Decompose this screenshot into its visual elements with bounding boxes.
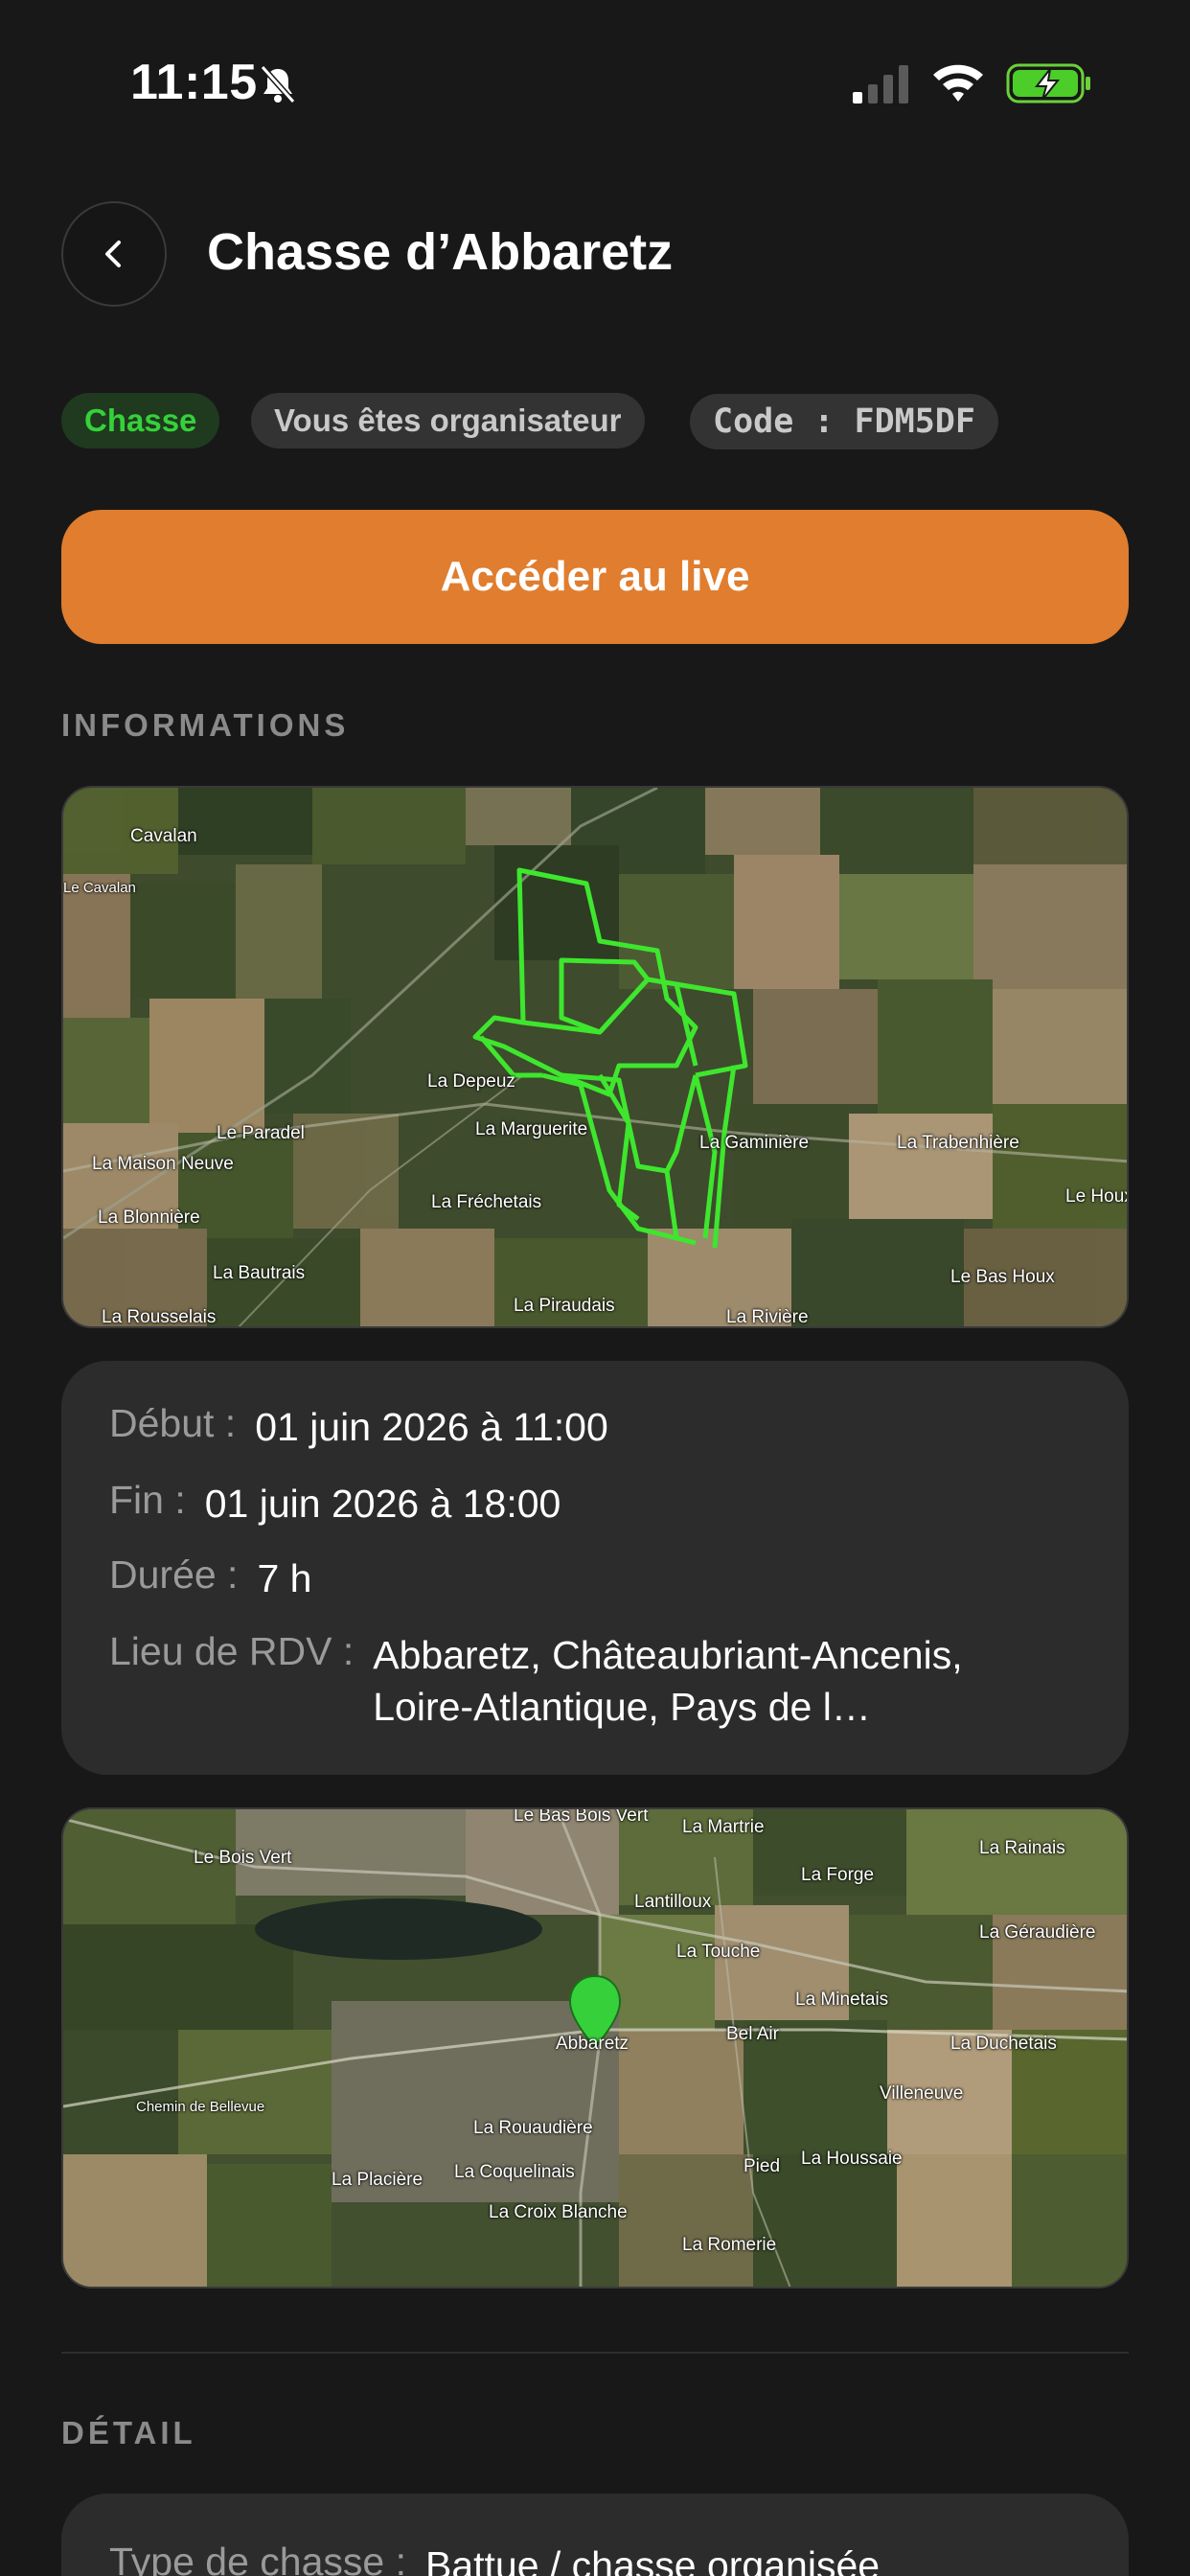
section-divider xyxy=(61,2352,1129,2354)
map-place-label: La Rouaudière xyxy=(473,2118,593,2138)
map-place-label: La Fréchetais xyxy=(431,1192,542,1212)
wifi-icon xyxy=(933,64,983,102)
info-card: Début : 01 juin 2026 à 11:00 Fin : 01 ju… xyxy=(61,1361,1129,1775)
map-place-label: Chemin de Bellevue xyxy=(136,2099,265,2115)
meeting-place-row: Lieu de RDV : Abbaretz, Châteaubriant-An… xyxy=(109,1629,1096,1733)
map-place-label: Le Cavalan xyxy=(63,880,136,896)
map-place-label: La Duchetais xyxy=(950,2034,1057,2054)
map-place-label: Bel Air xyxy=(726,2024,779,2044)
chevron-left-icon xyxy=(105,241,121,267)
map-place-label: Le Houx xyxy=(1065,1186,1129,1207)
duration-label: Durée : xyxy=(109,1552,239,1597)
satellite-image xyxy=(63,788,1127,1326)
role-badge: Vous êtes organisateur xyxy=(251,393,645,448)
map-place-label: Lantilloux xyxy=(634,1892,712,1912)
map-place-label: La Bautrais xyxy=(213,1263,306,1283)
detail-card: Type de chasse : Battue / chasse organis… xyxy=(61,2494,1129,2576)
section-detail-label: DÉTAIL xyxy=(61,2415,196,2450)
map-place-label: La Touche xyxy=(676,1942,761,1962)
status-bar: 11:15 xyxy=(0,0,1190,172)
start-label: Début : xyxy=(109,1401,237,1445)
map-place-label: La Rainais xyxy=(979,1838,1065,1858)
map-place-label: La Houssaie xyxy=(801,2149,903,2169)
map-place-label: La Martrie xyxy=(682,1817,765,1837)
screen: 11:15 Chasse d’Abbaretz Chasse Vous êtes… xyxy=(0,0,1190,2576)
map-place-label: La Blonnière xyxy=(98,1208,200,1228)
map-place-label: La Gaminière xyxy=(699,1133,810,1153)
territory-map[interactable]: Cavalan Le Cavalan La Depeuz La Margueri… xyxy=(61,786,1129,1328)
map-place-label: Le Bas Bois Vert xyxy=(514,1807,649,1826)
map-place-label: La Romerie xyxy=(682,2235,777,2255)
duration-value: 7 h xyxy=(257,1556,312,1600)
map-place-label: La Marguerite xyxy=(475,1119,588,1139)
map-place-label: Le Bas Houx xyxy=(950,1267,1055,1287)
end-label: Fin : xyxy=(109,1478,186,1522)
back-button[interactable] xyxy=(61,201,167,307)
start-row: Début : 01 juin 2026 à 11:00 xyxy=(109,1401,608,1453)
page-title: Chasse d’Abbaretz xyxy=(207,223,674,281)
access-live-button[interactable]: Accéder au live xyxy=(61,510,1129,644)
end-row: Fin : 01 juin 2026 à 18:00 xyxy=(109,1478,561,1530)
status-time: 11:15 xyxy=(130,55,258,110)
meeting-place-value: Abbaretz, Châteaubriant-Ancenis, Loire-A… xyxy=(373,1633,963,1729)
map-place-label: Villeneuve xyxy=(880,2083,964,2104)
map-place-label: Cavalan xyxy=(130,826,197,846)
map-place-label: La Minetais xyxy=(795,1990,889,2010)
map-place-label: Le Paradel xyxy=(217,1123,305,1143)
map-place-label: La Maison Neuve xyxy=(92,1154,234,1174)
map-place-label: La Depeuz xyxy=(427,1071,515,1092)
cellular-signal-icon xyxy=(853,65,908,104)
map-place-label: La Rivière xyxy=(726,1307,809,1327)
map-place-label: La Croix Blanche xyxy=(489,2202,628,2222)
start-value: 01 juin 2026 à 11:00 xyxy=(255,1405,608,1449)
hunt-type-value: Battue / chasse organisée xyxy=(424,2543,881,2576)
section-informations-label: INFORMATIONS xyxy=(61,707,350,743)
hunt-type-row: Type de chasse : Battue / chasse organis… xyxy=(109,2540,880,2576)
map-place-label: Abbaretz xyxy=(556,2034,629,2054)
hunt-code-badge[interactable]: Code : FDM5DF xyxy=(690,394,998,449)
map-place-label: Pied xyxy=(744,2156,781,2176)
map-place-label: La Forge xyxy=(801,1865,875,1885)
duration-row: Durée : 7 h xyxy=(109,1552,311,1604)
map-place-label: La Géraudière xyxy=(979,1922,1096,1943)
map-place-label: La Rousselais xyxy=(102,1307,217,1327)
map-place-label: La Coquelinais xyxy=(454,2162,575,2182)
map-place-label: La Trabenhière xyxy=(897,1133,1019,1153)
meeting-place-label: Lieu de RDV : xyxy=(109,1629,355,1673)
battery-charging-icon xyxy=(1006,63,1090,104)
map-place-label: La Piraudais xyxy=(514,1296,615,1316)
meeting-place-map[interactable]: Le Bas Bois Vert Le Bois Vert La Martrie… xyxy=(61,1807,1129,2288)
hunt-type-badge: Chasse xyxy=(61,393,220,448)
hunt-type-label: Type de chasse : xyxy=(109,2540,406,2576)
bell-muted-icon xyxy=(260,65,296,104)
end-value: 01 juin 2026 à 18:00 xyxy=(204,1482,561,1526)
map-place-label: Le Bois Vert xyxy=(194,1848,292,1868)
map-place-label: La Placière xyxy=(332,2170,423,2190)
